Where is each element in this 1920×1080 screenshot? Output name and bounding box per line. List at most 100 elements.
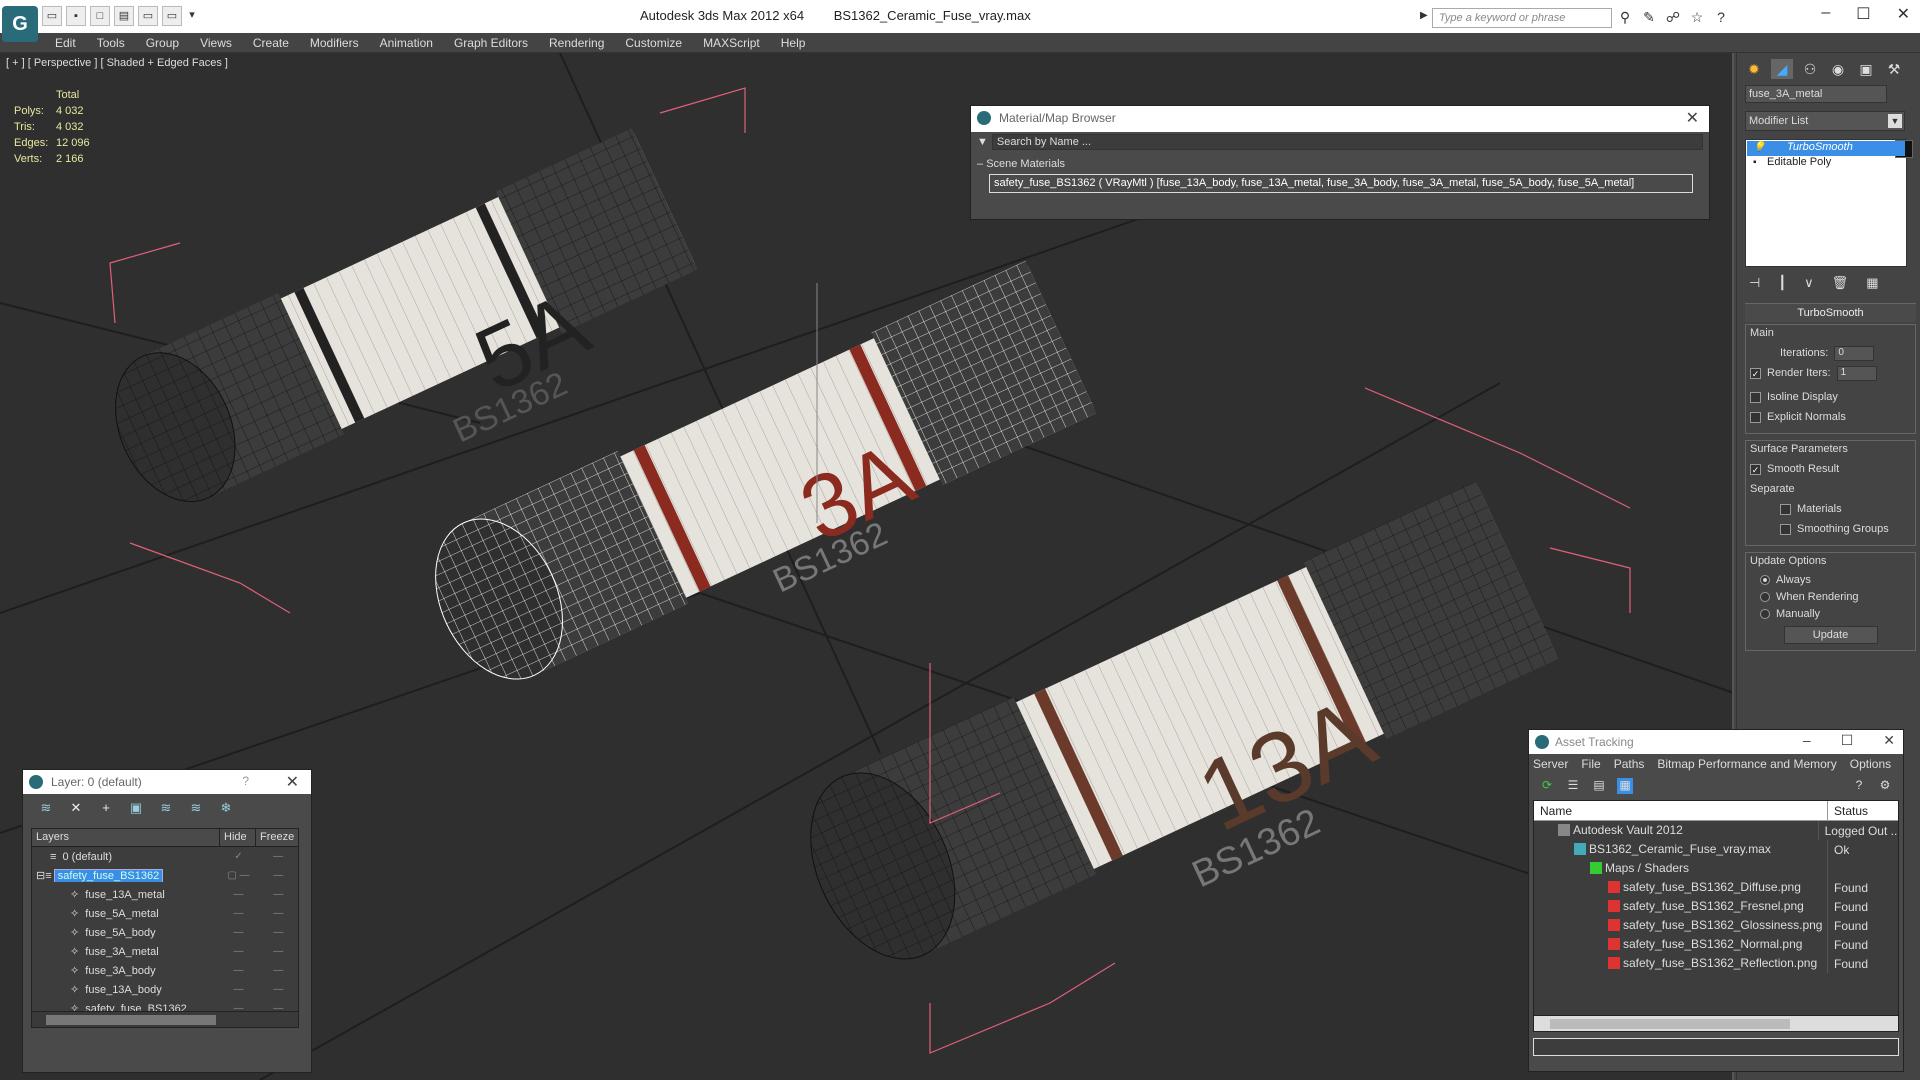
detail-view-icon[interactable]: ▤ — [1591, 778, 1607, 794]
stack-item-turbosmooth[interactable]: 💡 TurboSmooth — [1747, 141, 1905, 156]
highlight-layer-icon[interactable]: ≋ — [157, 800, 175, 818]
render-iters-spinner[interactable]: 1 — [1836, 365, 1877, 381]
layer-title-bar[interactable]: Layer: 0 (default) ? ✕ — [23, 770, 311, 794]
isoline-display-checkbox[interactable] — [1750, 391, 1761, 403]
hide-toggle[interactable]: ▢ — — [219, 870, 259, 881]
configure-sets-icon[interactable]: ▦ — [1866, 275, 1878, 290]
hide-toggle[interactable]: — — [219, 984, 259, 995]
maximize-icon[interactable]: ☐ — [1856, 4, 1870, 24]
add-to-layer-icon[interactable]: + — [97, 800, 115, 818]
redo-icon[interactable]: ▭ — [162, 6, 182, 26]
layer-row[interactable]: ✧ fuse_3A_body — — — [32, 961, 298, 980]
settings-icon[interactable]: ⚙ — [1877, 778, 1893, 794]
layer-row[interactable]: ✧ fuse_3A_metal — — — [32, 942, 298, 961]
make-unique-icon[interactable]: ∨ — [1804, 275, 1814, 290]
horizontal-scrollbar[interactable] — [1534, 1015, 1898, 1031]
freeze-toggle[interactable]: — — [258, 965, 298, 976]
asset-row[interactable]: safety_fuse_BS1362_Reflection.png Found — [1534, 954, 1898, 973]
delete-layer-icon[interactable]: ✕ — [67, 800, 85, 818]
scene-materials-section[interactable]: – Scene Materials — [977, 158, 1703, 170]
hide-toggle[interactable]: — — [219, 965, 259, 976]
close-icon[interactable]: ✕ — [1686, 108, 1699, 128]
menu-bitmap-performance[interactable]: Bitmap Performance and Memory — [1657, 757, 1836, 774]
create-tab-icon[interactable]: ✹ — [1743, 59, 1765, 79]
modifier-list-dropdown[interactable]: Modifier List ▼ — [1745, 111, 1905, 131]
menu-paths[interactable]: Paths — [1614, 757, 1645, 774]
layer-row[interactable]: ✧ fuse_13A_body — — — [32, 980, 298, 999]
update-always-radio[interactable] — [1760, 574, 1770, 585]
freeze-toggle[interactable]: — — [258, 927, 298, 938]
remove-modifier-icon[interactable]: 🗑 — [1832, 275, 1849, 290]
hide-toggle[interactable]: ✓ — [219, 851, 259, 862]
layer-row[interactable]: ✧ fuse_5A_body — — — [32, 923, 298, 942]
fuse-13a-model[interactable]: 13A BS1362 — [782, 481, 1559, 982]
mmb-title-bar[interactable]: Material/Map Browser ✕ — [971, 106, 1709, 132]
freeze-toggle[interactable]: — — [258, 984, 298, 995]
create-layer-icon[interactable]: ≋ — [37, 800, 55, 818]
close-icon[interactable]: ✕ — [1897, 4, 1910, 24]
maximize-icon[interactable]: ☐ — [1841, 732, 1854, 749]
new-scene-icon[interactable]: □ — [90, 6, 110, 26]
asset-row[interactable]: BS1362_Ceramic_Fuse_vray.max Ok — [1534, 840, 1898, 859]
materials-checkbox[interactable] — [1780, 503, 1791, 515]
explicit-normals-checkbox[interactable] — [1750, 411, 1761, 423]
help-icon[interactable]: ? — [1712, 8, 1730, 26]
asset-row[interactable]: safety_fuse_BS1362_Fresnel.png Found — [1534, 897, 1898, 916]
lightbulb-icon[interactable]: 💡 — [1753, 142, 1765, 153]
update-when-rendering-radio[interactable] — [1760, 591, 1770, 602]
help-icon[interactable]: ? — [1851, 778, 1867, 794]
layer-row[interactable]: ≡ 0 (default) ✓ — — [32, 847, 298, 866]
layer-row[interactable]: ⊟≡ safety_fuse_BS1362 ▢ — — — [32, 866, 298, 885]
utilities-tab-icon[interactable]: ⚒ — [1883, 59, 1905, 79]
list-view-icon[interactable]: ☰ — [1565, 778, 1581, 794]
save-icon[interactable]: ▪ — [66, 6, 86, 26]
menu-tools[interactable]: Tools — [90, 33, 139, 52]
hierarchy-tab-icon[interactable]: ⚇ — [1799, 59, 1821, 79]
material-item[interactable]: safety_fuse_BS1362 ( VRayMtl ) [fuse_13A… — [989, 174, 1693, 193]
hide-toggle[interactable]: — — [219, 927, 259, 938]
minimize-icon[interactable]: – — [1821, 4, 1830, 24]
col-name[interactable]: Name — [1534, 801, 1828, 820]
expand-plus-icon[interactable]: ▪ — [1753, 157, 1757, 168]
close-icon[interactable]: ✕ — [1883, 732, 1895, 749]
freeze-toggle[interactable]: — — [258, 851, 298, 862]
menu-options[interactable]: Options — [1850, 757, 1891, 774]
menu-animation[interactable]: Animation — [373, 33, 447, 52]
pin-stack-icon[interactable]: ⊣ — [1749, 275, 1760, 290]
favorites-star-icon[interactable]: ☆ — [1688, 8, 1706, 26]
freeze-toggle[interactable]: — — [258, 889, 298, 900]
scrollbar-thumb[interactable] — [46, 1015, 216, 1025]
minimize-icon[interactable]: – — [1803, 732, 1811, 749]
menu-maxscript[interactable]: MAXScript — [696, 33, 774, 52]
col-layers[interactable]: Layers — [32, 829, 220, 846]
select-objects-icon[interactable]: ▣ — [127, 800, 145, 818]
smoothing-groups-checkbox[interactable] — [1780, 523, 1791, 535]
layer-row[interactable]: ✧ fuse_5A_metal — — — [32, 904, 298, 923]
table-view-icon[interactable]: ▦ — [1617, 778, 1633, 794]
display-tab-icon[interactable]: ▣ — [1855, 59, 1877, 79]
update-button[interactable]: Update — [1783, 626, 1878, 644]
stack-item-editable-poly[interactable]: ▪ Editable Poly — [1747, 156, 1905, 171]
subscription-icon[interactable]: ✎ — [1640, 8, 1658, 26]
modify-tab-icon[interactable]: ◢ — [1771, 59, 1793, 79]
show-end-result-icon[interactable]: ┃ — [1778, 275, 1786, 290]
menu-help[interactable]: Help — [774, 33, 820, 52]
hide-toggle[interactable]: — — [219, 946, 259, 957]
freeze-all-layers-icon[interactable]: ❄ — [217, 800, 235, 818]
menu-edit[interactable]: Edit — [48, 33, 90, 52]
search-expand-icon[interactable]: ▶ — [1420, 10, 1428, 21]
hide-toggle[interactable]: — — [219, 889, 259, 900]
col-freeze[interactable]: Freeze — [256, 829, 298, 846]
layer-row[interactable]: ✧ fuse_13A_metal — — — [32, 885, 298, 904]
infocenter-search-input[interactable]: Type a keyword or phrase — [1432, 8, 1612, 28]
binoculars-icon[interactable]: ⚲ — [1616, 8, 1634, 26]
menu-group[interactable]: Group — [139, 33, 193, 52]
menu-rendering[interactable]: Rendering — [542, 33, 618, 52]
menu-graph-editors[interactable]: Graph Editors — [447, 33, 542, 52]
menu-customize[interactable]: Customize — [618, 33, 696, 52]
hide-all-layers-icon[interactable]: ≋ — [187, 800, 205, 818]
close-icon[interactable]: ✕ — [286, 772, 299, 792]
iterations-spinner[interactable]: 0 — [1834, 345, 1875, 361]
asset-title-bar[interactable]: Asset Tracking – ☐ ✕ — [1529, 730, 1903, 754]
menu-create[interactable]: Create — [246, 33, 303, 52]
